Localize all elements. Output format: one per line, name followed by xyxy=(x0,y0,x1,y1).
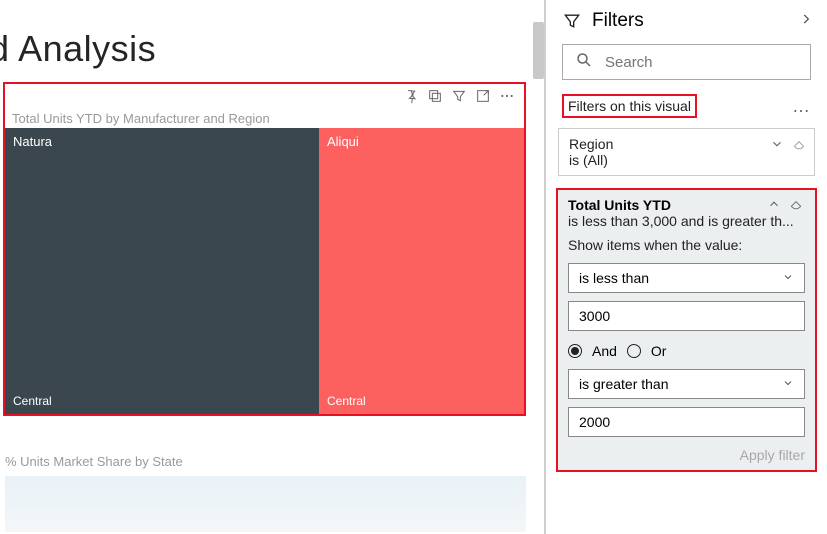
section-more-icon[interactable]: … xyxy=(792,96,811,117)
treemap-cell-aliqui[interactable]: Aliqui Central xyxy=(319,128,524,414)
filter-card-region[interactable]: Region is (All) xyxy=(558,128,815,176)
search-box[interactable] xyxy=(562,44,811,80)
clear-icon[interactable] xyxy=(792,137,806,154)
clear-icon[interactable] xyxy=(789,197,803,216)
treemap-cell-natura[interactable]: Natura Central xyxy=(5,128,319,414)
visual-toolbar xyxy=(5,84,524,108)
value-1-input[interactable] xyxy=(568,301,805,331)
cell-region: Central xyxy=(327,394,366,408)
show-items-label: Show items when the value: xyxy=(568,237,805,253)
filter-card-body: Total Units YTD is less than 3,000 and i… xyxy=(558,190,815,470)
section-label: Filters on this visual xyxy=(562,94,697,118)
map-visual-title: % Units Market Share by State xyxy=(5,454,183,469)
operator-1-select[interactable]: is less than xyxy=(568,263,805,293)
filter-icon[interactable] xyxy=(448,85,470,107)
logic-row: And Or xyxy=(568,343,805,359)
search-row xyxy=(546,44,827,90)
value-2-input[interactable] xyxy=(568,407,805,437)
apply-filter-button[interactable]: Apply filter xyxy=(568,447,805,463)
chevron-down-icon[interactable] xyxy=(770,137,784,154)
radio-or-label: Or xyxy=(651,343,667,359)
canvas-scrollbar[interactable] xyxy=(533,22,544,79)
operator-2-select[interactable]: is greater than xyxy=(568,369,805,399)
funnel-icon xyxy=(562,11,582,31)
chevron-up-icon[interactable] xyxy=(767,197,781,216)
cell-name: Aliqui xyxy=(327,134,359,149)
visual-title: Total Units YTD by Manufacturer and Regi… xyxy=(5,108,524,128)
chevron-down-icon xyxy=(782,270,794,286)
treemap-body: Natura Central Aliqui Central xyxy=(5,128,524,414)
filters-panel: Filters Filters on this visual … Region … xyxy=(545,0,827,534)
filter-card-total-units: Total Units YTD is less than 3,000 and i… xyxy=(556,188,817,472)
copy-icon[interactable] xyxy=(424,85,446,107)
radio-and-label: And xyxy=(592,343,617,359)
app-root: end Analysis Total Units YTD by Manufact… xyxy=(0,0,827,534)
report-canvas: end Analysis Total Units YTD by Manufact… xyxy=(0,0,545,534)
focus-icon[interactable] xyxy=(472,85,494,107)
adv-title-row: Total Units YTD xyxy=(568,197,805,213)
chevron-down-icon xyxy=(782,376,794,392)
search-input[interactable] xyxy=(605,54,804,71)
treemap-visual[interactable]: Total Units YTD by Manufacturer and Regi… xyxy=(3,82,526,416)
operator-2-value: is greater than xyxy=(579,376,669,392)
radio-and[interactable] xyxy=(568,344,582,358)
cell-name: Natura xyxy=(13,134,52,149)
page-title: end Analysis xyxy=(0,28,156,70)
operator-1-value: is less than xyxy=(579,270,649,286)
cell-region: Central xyxy=(13,394,52,408)
radio-or[interactable] xyxy=(627,344,641,358)
filter-summary: is (All) xyxy=(569,152,804,168)
more-icon[interactable] xyxy=(496,85,518,107)
filter-field: Region xyxy=(569,136,804,152)
section-header-row: Filters on this visual … xyxy=(546,90,827,124)
search-icon xyxy=(575,51,593,74)
chevron-right-icon[interactable] xyxy=(799,12,813,31)
filters-header-label: Filters xyxy=(592,10,644,32)
map-visual[interactable] xyxy=(5,476,526,532)
pin-icon[interactable] xyxy=(400,85,422,107)
filters-header: Filters xyxy=(546,0,827,44)
